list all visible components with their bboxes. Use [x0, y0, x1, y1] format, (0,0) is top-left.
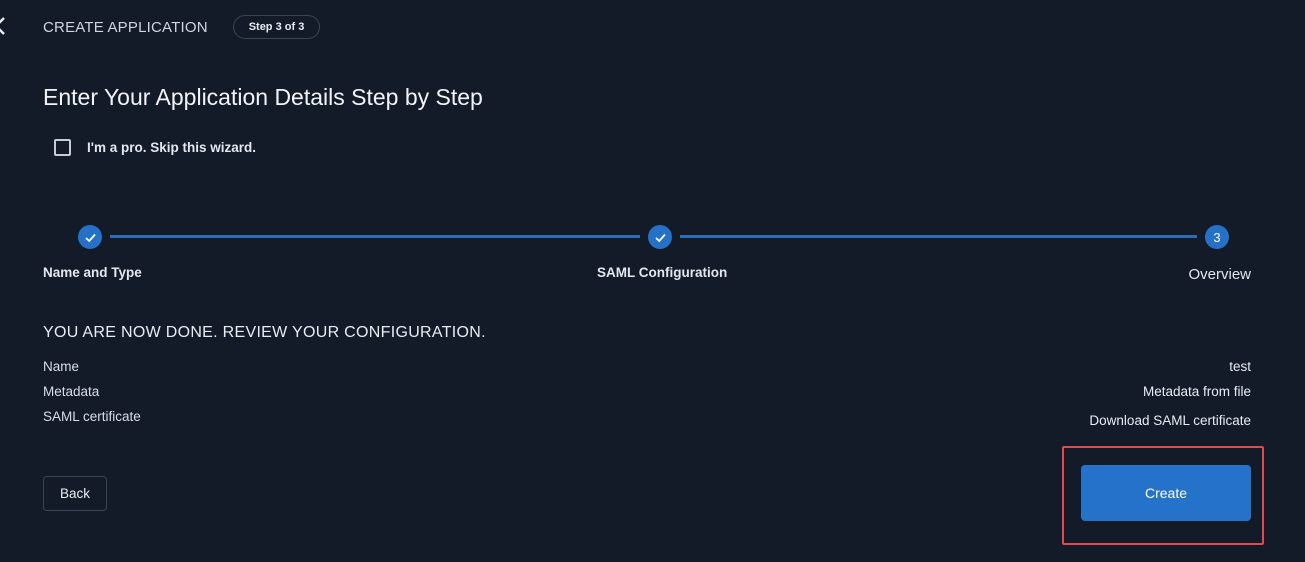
- step-badge: Step 3 of 3: [233, 15, 320, 39]
- step-3-indicator: 3: [1205, 225, 1229, 249]
- step-1-indicator: [78, 225, 102, 249]
- header-title: CREATE APPLICATION: [43, 19, 208, 36]
- review-heading: YOU ARE NOW DONE. REVIEW YOUR CONFIGURAT…: [43, 324, 486, 341]
- review-value-metadata: Metadata from file: [1142, 384, 1251, 399]
- step-2-label: SAML Configuration: [597, 265, 728, 280]
- stepper-connector-2: [680, 235, 1197, 238]
- skip-wizard-checkbox[interactable]: [54, 139, 71, 156]
- check-icon: [84, 233, 96, 242]
- review-key-saml-certificate: SAML certificate: [43, 409, 141, 424]
- stepper-connector-1: [110, 235, 640, 238]
- create-button[interactable]: Create: [1081, 465, 1251, 521]
- step-2-indicator: [648, 225, 672, 249]
- page-title: Enter Your Application Details Step by S…: [43, 84, 483, 110]
- step-1-label: Name and Type: [43, 265, 142, 280]
- skip-wizard-label[interactable]: I'm a pro. Skip this wizard.: [87, 140, 256, 155]
- check-icon: [654, 233, 666, 242]
- download-saml-certificate-link[interactable]: Download SAML certificate: [1089, 413, 1251, 428]
- review-value-name: test: [1229, 359, 1251, 374]
- review-key-metadata: Metadata: [43, 384, 100, 399]
- back-chevron-icon[interactable]: [0, 14, 8, 38]
- back-button[interactable]: Back: [43, 476, 107, 511]
- review-key-name: Name: [43, 359, 80, 374]
- step-3-label: Overview: [1188, 266, 1251, 283]
